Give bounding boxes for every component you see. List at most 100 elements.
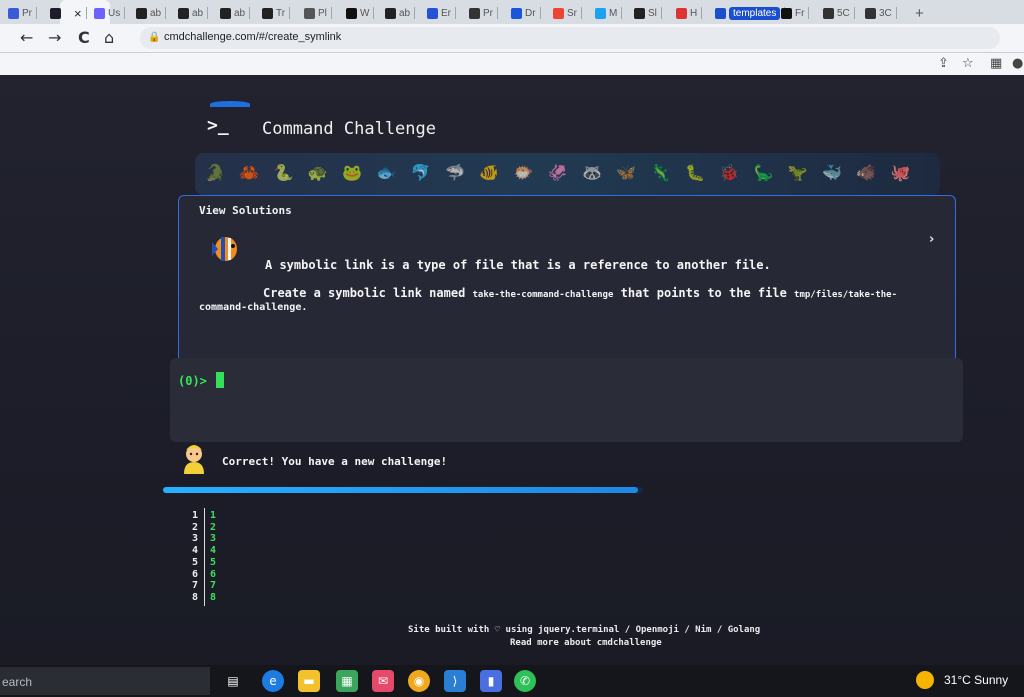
level-emoji-icon[interactable]: 🐡 <box>514 163 534 182</box>
whatsapp-icon[interactable]: ✆ <box>514 670 536 692</box>
browser-tab[interactable]: ab <box>178 4 209 22</box>
level-emoji-icon[interactable]: 🦝 <box>582 163 602 182</box>
browser-tab[interactable]: Us <box>94 4 126 22</box>
taskbar-search[interactable]: earch <box>0 667 210 695</box>
browser-tab[interactable]: Er <box>427 4 456 22</box>
line-number: 5 <box>192 556 199 568</box>
new-tab-button[interactable]: + <box>915 4 924 22</box>
tab-label: Pr <box>483 7 493 19</box>
tab-label: Sr <box>567 7 577 19</box>
level-emoji-icon[interactable]: 🐳 <box>822 163 842 182</box>
browser-tab[interactable]: 5C <box>823 4 855 22</box>
completed-level[interactable]: 8 <box>210 592 216 604</box>
browser-tab[interactable]: ab <box>385 4 416 22</box>
tab-separator <box>539 7 541 19</box>
profile-icon[interactable]: ● <box>1012 56 1023 71</box>
level-emoji-icon[interactable]: 🦈 <box>445 163 465 182</box>
extensions-icon[interactable]: ▦ <box>990 56 1002 71</box>
share-icon[interactable]: ⇪ <box>938 56 949 71</box>
level-emoji-icon[interactable]: 🐗 <box>856 163 876 182</box>
level-emoji-icon[interactable]: 🐊 <box>205 163 225 182</box>
completed-level[interactable]: 2 <box>210 522 216 534</box>
browser-tab-bar: Pr × Us ab ab ab Tr Pl Wab Er Pr Dr Sr M Sl Htemplates F… <box>0 0 1024 24</box>
weather-text[interactable]: 31°C Sunny <box>944 673 1008 687</box>
browser-tab[interactable]: Sl <box>634 4 662 22</box>
description-middle: that points to the file <box>613 286 795 300</box>
browser-tab[interactable]: × <box>50 4 87 22</box>
mail-icon[interactable]: ✉ <box>372 670 394 692</box>
level-emoji-icon[interactable]: 🐙 <box>891 163 911 182</box>
browser-tab[interactable]: Pl <box>304 4 332 22</box>
view-solutions-link[interactable]: View Solutions <box>199 204 292 217</box>
completed-level[interactable]: 3 <box>210 533 216 545</box>
level-emoji-icon[interactable]: 🦀 <box>239 163 259 182</box>
chevron-right-icon[interactable]: › <box>929 232 934 247</box>
tab-separator <box>330 7 332 19</box>
level-emoji-icon[interactable]: 🦕 <box>754 163 774 182</box>
browser-tab[interactable]: 3C <box>865 4 897 22</box>
tab-favicon-icon <box>595 7 606 19</box>
star-icon[interactable]: ☆ <box>962 56 974 71</box>
edge-icon[interactable]: e <box>262 670 284 692</box>
vscode-icon[interactable]: ⟩ <box>444 670 466 692</box>
tab-label: 3C <box>879 7 892 19</box>
reload-button[interactable]: C <box>78 28 90 47</box>
browser-tab[interactable]: Sr <box>553 4 582 22</box>
task-view-icon[interactable]: ▤ <box>222 670 244 692</box>
completed-level[interactable]: 1 <box>210 510 216 522</box>
url-text[interactable]: cmdchallenge.com/#/create_symlink <box>164 31 341 43</box>
browser-tab[interactable]: Pr <box>469 4 498 22</box>
tab-separator <box>373 7 375 19</box>
level-emoji-icon[interactable]: 🦎 <box>651 163 671 182</box>
home-button[interactable]: ⌂ <box>104 28 114 47</box>
browser-tab[interactable]: templates <box>715 4 786 22</box>
level-emoji-icon[interactable]: 🐛 <box>685 163 705 182</box>
level-emoji-icon[interactable]: 🐸 <box>342 163 362 182</box>
level-emoji-icon[interactable]: 🐠 <box>479 163 499 182</box>
tab-favicon-icon <box>823 7 834 19</box>
store-icon[interactable]: ▦ <box>336 670 358 692</box>
browser-tab[interactable]: ab <box>136 4 167 22</box>
tab-separator <box>621 7 623 19</box>
site-title[interactable]: Command Challenge <box>262 119 436 139</box>
browser-tab[interactable]: ab <box>220 4 251 22</box>
close-tab-icon[interactable]: × <box>74 6 82 21</box>
browser-tab[interactable]: Pr <box>8 4 37 22</box>
completed-level[interactable]: 7 <box>210 580 216 592</box>
level-emoji-icon[interactable]: 🐍 <box>274 163 294 182</box>
level-emoji-icon[interactable]: 🦖 <box>788 163 808 182</box>
footer-about-link[interactable]: Read more about cmdchallenge <box>510 638 662 648</box>
level-emoji-icon[interactable]: 🐢 <box>308 163 328 182</box>
search-placeholder[interactable]: earch <box>2 675 32 689</box>
challenge-description-line3: command-challenge. <box>199 302 307 313</box>
back-button[interactable]: ← <box>20 28 33 47</box>
browser-tab[interactable]: H <box>676 4 703 22</box>
level-emoji-icon[interactable]: 🐞 <box>719 163 739 182</box>
forward-button[interactable]: → <box>48 28 61 47</box>
level-emoji-icon[interactable]: 🐬 <box>411 163 431 182</box>
browser-tab[interactable]: W <box>346 4 375 22</box>
chrome-icon[interactable]: ◉ <box>408 670 430 692</box>
progress-bar <box>163 487 643 493</box>
file-explorer-icon[interactable]: ▬ <box>298 670 320 692</box>
sun-icon[interactable] <box>916 671 934 689</box>
completed-level[interactable]: 4 <box>210 545 216 557</box>
address-bar[interactable]: 🔒 cmdchallenge.com/#/create_symlink <box>140 27 1000 49</box>
browser-tab[interactable]: Tr <box>262 4 291 22</box>
app-icon[interactable]: ▮ <box>480 670 502 692</box>
footer-credits[interactable]: Site built with ♡ using jquery.terminal … <box>408 625 760 635</box>
level-emoji-icon[interactable]: 🦋 <box>616 163 636 182</box>
browser-tab[interactable]: M <box>595 4 623 22</box>
browser-tab[interactable]: Dr <box>511 4 541 22</box>
completed-level[interactable]: 5 <box>210 557 216 569</box>
tab-label: templates <box>729 6 781 20</box>
tab-label: Us <box>108 7 121 19</box>
browser-tab[interactable]: Fr <box>781 4 810 22</box>
terminal-cursor[interactable] <box>216 372 224 388</box>
terminal-input-area[interactable]: (0)> <box>170 358 963 442</box>
tab-favicon-icon <box>262 7 273 19</box>
completed-level[interactable]: 6 <box>210 569 216 581</box>
level-emoji-icon[interactable]: 🦑 <box>548 163 568 182</box>
level-emoji-icon[interactable]: 🐟 <box>376 163 396 182</box>
tab-favicon-icon <box>715 7 726 19</box>
